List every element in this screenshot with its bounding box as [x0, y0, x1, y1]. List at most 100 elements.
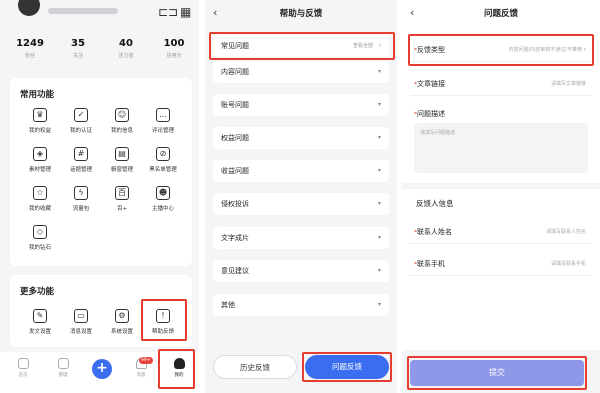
function-user-card[interactable]: ☺ 我的信息 [102, 108, 142, 134]
contact-phone-label: 联系手机 [417, 260, 445, 268]
stat-value: 1249 [16, 38, 44, 49]
cube-icon: ◈ [33, 147, 47, 161]
avatar[interactable] [18, 0, 40, 16]
function-label: 发文设置 [28, 329, 51, 335]
home-icon [17, 358, 29, 369]
function-diamond[interactable]: ◇ 我的钻石 [20, 225, 60, 251]
description-textarea[interactable]: 请填写问题描述 [414, 123, 588, 173]
faq-label: 内容问题 [221, 68, 249, 76]
function-label: 我的钻石 [28, 245, 51, 251]
description-label: 问题描述 [417, 110, 445, 118]
function-message[interactable]: ▭ 消息设置 [61, 309, 101, 335]
stat-vitality[interactable]: 40 活力值 [106, 38, 146, 59]
stat-label: 信用分 [166, 53, 182, 59]
faq-label: 常见问题 [221, 42, 249, 50]
blacklist-icon: ⊘ [156, 147, 170, 161]
feedback-type-row[interactable]: *反馈类型 内容问题/内容审核不通过/不推荐 › [410, 38, 592, 62]
edit-icon: ✎ [33, 309, 47, 323]
manage-icon [57, 358, 69, 369]
settings-icon: ⚙ [115, 309, 129, 323]
common-functions-card: 常用功能 ♛ 我的权益 ✓ 我的认证 ☺ 我的信息 … 评论管理 ◈ 素材管理 # 话题管理 ▤ 橱窗管理… [10, 78, 192, 266]
feedback-type-select[interactable]: 内容问题/内容审核不通过/不推荐 › [509, 38, 586, 62]
faq-item[interactable]: 内容问题 ▾ [213, 61, 389, 83]
faq-item[interactable]: 账号问题 ▾ [213, 94, 389, 116]
contact-name-label: 联系人姓名 [417, 228, 452, 236]
faq-label: 收益问题 [221, 167, 249, 175]
function-label: 橱窗管理 [110, 167, 133, 173]
profile-panel: ⊏⊐ ▦ 1249 粉丝 35 关注 40 活力值 100 信用分 常用功能 ♛ 我的权益… [0, 0, 199, 393]
contact-phone-input[interactable]: 请填写联系手机 [551, 252, 586, 276]
function-topic[interactable]: # 话题管理 [61, 147, 101, 173]
stat-fans[interactable]: 1249 粉丝 [10, 38, 50, 59]
chevron-down-icon: ▾ [377, 200, 381, 207]
chevron-down-icon: ▾ [377, 267, 381, 274]
more-functions-card: 更多功能 ✎ 发文设置 ▭ 消息设置 ⚙ 系统设置! 帮助反馈 [10, 275, 192, 347]
create-button[interactable]: + [92, 359, 112, 379]
function-shop[interactable]: ▤ 橱窗管理 [102, 147, 142, 173]
nav-label: 消息 [136, 373, 146, 378]
article-link-label: 文章链接 [417, 80, 445, 88]
function-label: 素材管理 [28, 167, 51, 173]
function-blacklist[interactable]: ⊘ 黑名单管理 [143, 147, 183, 173]
faq-item[interactable]: 意见建议 ▾ [213, 260, 389, 282]
faq-item[interactable]: 其他 ▾ [213, 294, 389, 316]
stat-credit[interactable]: 100 信用分 [154, 38, 194, 59]
contact-name-input[interactable]: 请填写联系人姓名 [546, 220, 586, 244]
function-lightning[interactable]: ϟ 流量包 [61, 186, 101, 212]
function-anchor[interactable]: ☻ 主播中心 [143, 186, 183, 212]
view-all-link[interactable]: 查看全部 [353, 35, 373, 57]
function-star[interactable]: ☆ 我的收藏 [20, 186, 60, 212]
nav-mine[interactable]: 我的 [164, 358, 194, 378]
contact-name-row: *联系人姓名 请填写联系人姓名 [410, 220, 592, 244]
faq-item[interactable]: 收益问题 ▾ [213, 160, 389, 182]
chevron-down-icon: ▾ [377, 101, 381, 108]
stat-value: 40 [119, 38, 133, 49]
nav-manage[interactable]: 管理 [48, 358, 78, 378]
diamond-icon: ◇ [33, 225, 47, 239]
message-icon: ▭ [74, 309, 88, 323]
function-label: 我的权益 [28, 128, 51, 134]
submit-button[interactable]: 提交 [410, 360, 584, 386]
function-label: 帮助反馈 [151, 329, 174, 335]
back-icon[interactable]: ‹ [410, 0, 414, 26]
function-crown[interactable]: ♛ 我的权益 [20, 108, 60, 134]
function-hundred-plus[interactable]: 百百+ [102, 186, 142, 212]
scan-icon[interactable]: ⊏⊐ [158, 5, 178, 19]
faq-label: 文字成片 [221, 234, 249, 242]
function-settings[interactable]: ⚙ 系统设置 [102, 309, 142, 335]
faq-label: 意见建议 [221, 267, 249, 275]
nav-home[interactable]: 首页 [8, 358, 38, 378]
faq-item[interactable]: 权益问题 ▾ [213, 127, 389, 149]
function-help[interactable]: ! 帮助反馈 [143, 309, 183, 335]
chevron-down-icon: ▾ [377, 234, 381, 241]
chevron-down-icon: ▾ [377, 68, 381, 75]
article-link-input[interactable]: 请填写文章链接 [551, 72, 586, 96]
history-feedback-button[interactable]: 历史反馈 [213, 355, 297, 379]
page-title: 帮助与反馈 [279, 9, 323, 19]
stat-label: 粉丝 [24, 53, 35, 59]
faq-item[interactable]: 常见问题 查看全部 › [213, 35, 389, 57]
profile-header: ⊏⊐ ▦ [0, 0, 199, 32]
profile-name-blurred [48, 8, 118, 14]
function-badge-check[interactable]: ✓ 我的认证 [61, 108, 101, 134]
field-label: *联系手机 [414, 260, 445, 268]
help-title-bar: ‹ 帮助与反馈 [205, 0, 397, 28]
back-icon[interactable]: ‹ [213, 0, 217, 26]
stat-following[interactable]: 35 关注 [58, 38, 98, 59]
function-label: 流量包 [72, 206, 90, 212]
faq-label: 侵权投诉 [221, 200, 249, 208]
function-label: 主播中心 [151, 206, 174, 212]
stat-value: 35 [71, 38, 85, 49]
lightning-icon: ϟ [74, 186, 88, 200]
function-comment[interactable]: … 评论管理 [143, 108, 183, 134]
problem-feedback-button[interactable]: 问题反馈 [305, 355, 389, 379]
function-edit[interactable]: ✎ 发文设置 [20, 309, 60, 335]
faq-label: 账号问题 [221, 101, 249, 109]
function-label: 话题管理 [69, 167, 92, 173]
function-cube[interactable]: ◈ 素材管理 [20, 147, 60, 173]
faq-item[interactable]: 文字成片 ▾ [213, 227, 389, 249]
topic-icon: # [74, 147, 88, 161]
badge-check-icon: ✓ [74, 108, 88, 122]
faq-item[interactable]: 侵权投诉 ▾ [213, 193, 389, 215]
qr-code-icon[interactable]: ▦ [180, 5, 191, 19]
